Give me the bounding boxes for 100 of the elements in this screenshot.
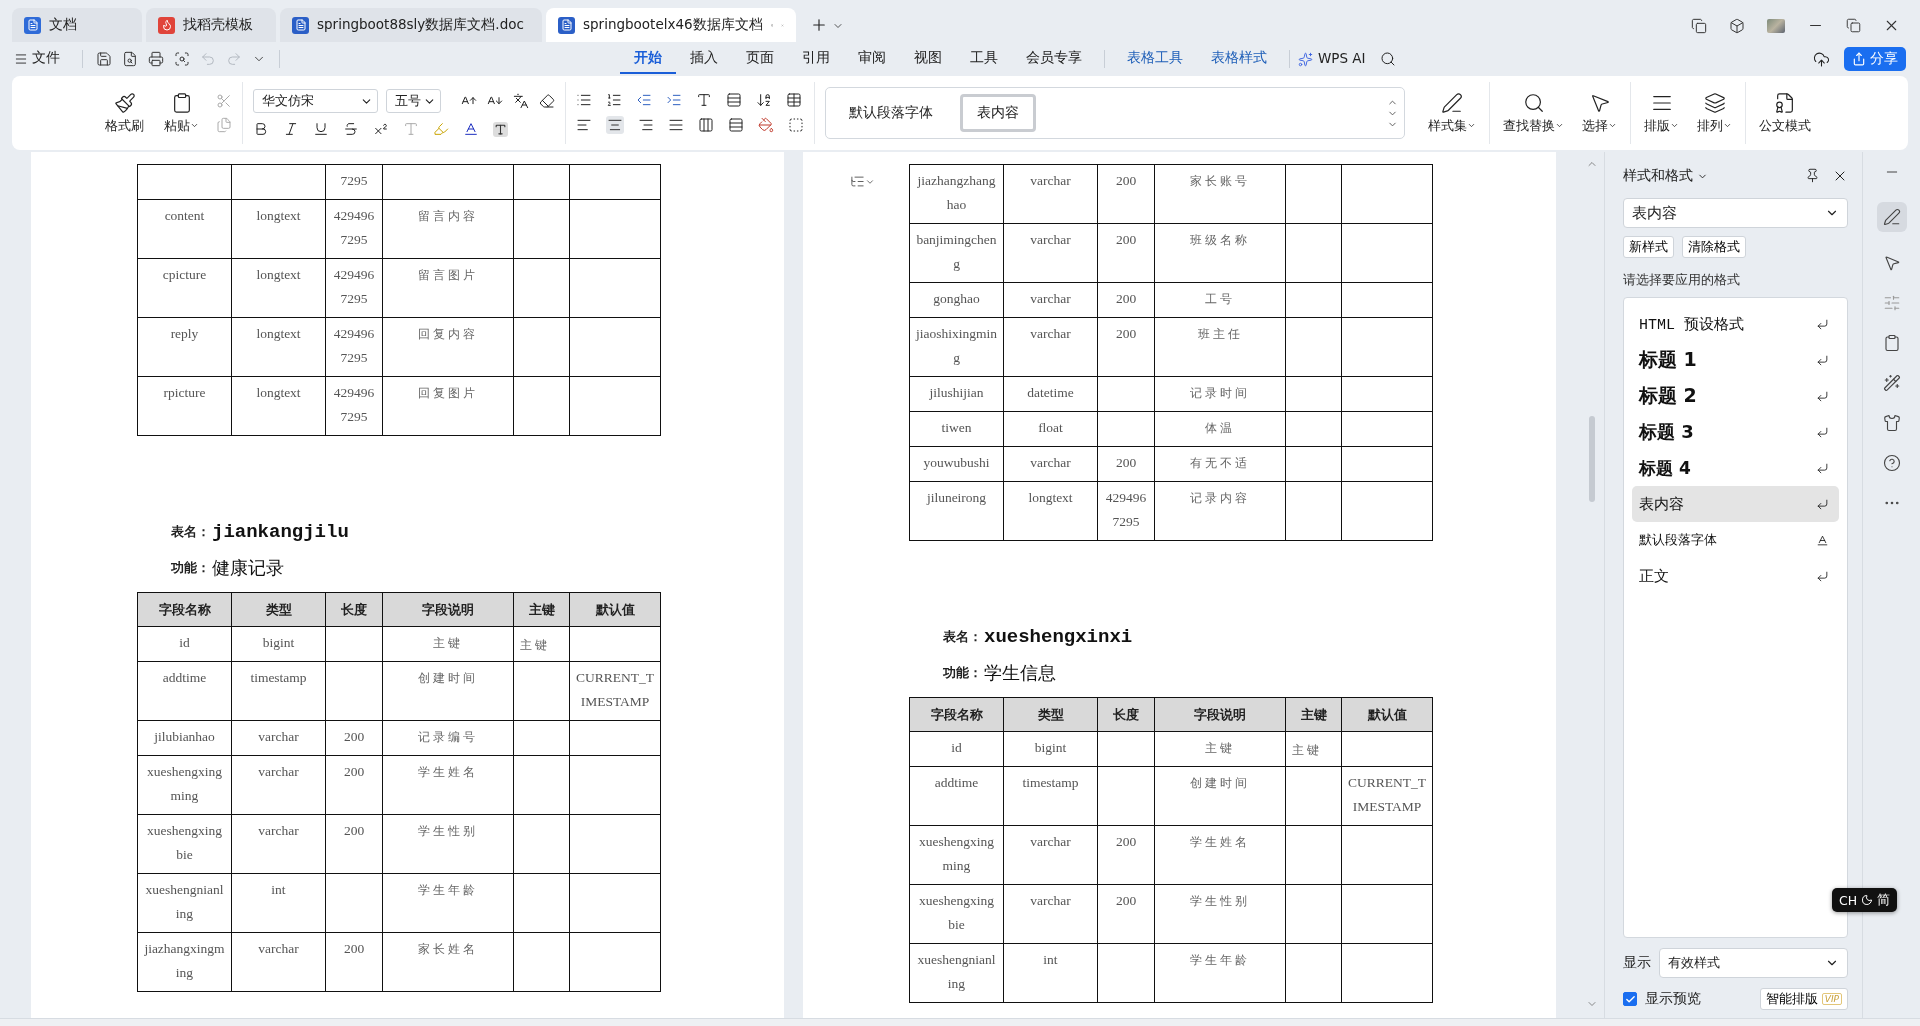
ribbon-tab[interactable]: 表格样式 <box>1197 44 1281 74</box>
ribbon-tab[interactable]: 插入 <box>676 44 732 74</box>
font-select[interactable]: 华文仿宋 <box>253 89 378 113</box>
document-tab[interactable]: 找稻壳模板 <box>146 8 276 42</box>
bullet-list-icon[interactable] <box>576 92 592 108</box>
paste-button[interactable]: 粘贴 <box>161 89 202 137</box>
style-item[interactable]: 标题 2 <box>1632 378 1839 414</box>
border-icon[interactable] <box>788 117 804 133</box>
table-cell <box>1286 224 1342 283</box>
superscript-icon[interactable] <box>373 121 389 137</box>
align-center-button[interactable] <box>606 116 624 134</box>
document-tab[interactable]: 文档 <box>12 8 142 42</box>
table-cell: 创建时间 <box>383 662 514 721</box>
shirt-icon[interactable] <box>1882 414 1901 432</box>
cube-icon[interactable] <box>1729 17 1745 34</box>
sliders-icon[interactable] <box>1882 294 1901 312</box>
table-icon[interactable] <box>786 92 802 108</box>
style-item[interactable]: 正文 <box>1632 558 1839 594</box>
style-item[interactable]: 表内容 <box>1632 486 1839 522</box>
table-cell: 4294967295 <box>326 259 383 318</box>
print-preview-icon[interactable] <box>174 51 190 67</box>
align-right-icon[interactable] <box>638 117 654 133</box>
table-cell: CURRENT_TIMESTAMP <box>1342 767 1433 826</box>
style-item[interactable]: 标题 4 <box>1632 450 1839 486</box>
table-cell: id <box>138 627 232 662</box>
table-handle-button[interactable] <box>850 174 875 189</box>
select-icon[interactable] <box>1882 254 1901 272</box>
table-cell: rpicture <box>138 377 232 436</box>
style-item[interactable]: 标题 3 <box>1632 414 1839 450</box>
align-left-icon[interactable] <box>576 117 592 133</box>
smart-layout-button[interactable]: 智能排版 VIP <box>1759 988 1848 1010</box>
pen-icon <box>1882 208 1901 226</box>
find-replace-button[interactable]: 查找替换 <box>1500 89 1567 137</box>
menu-icon[interactable] <box>14 52 28 66</box>
style-option[interactable]: 默认段落字体 <box>832 94 950 132</box>
ribbon-tab[interactable]: 引用 <box>788 44 844 74</box>
style-option[interactable]: 表内容 <box>960 94 1036 132</box>
style-set-button[interactable]: 样式集 <box>1425 89 1479 137</box>
style-item[interactable]: HTML 预设格式 <box>1632 306 1839 342</box>
column-header: 长度 <box>1098 698 1155 732</box>
new-tab-icon[interactable] <box>810 16 828 34</box>
table-cell <box>514 933 570 992</box>
ai-tab[interactable]: WPS AI <box>1313 44 1380 74</box>
pin-icon[interactable] <box>1805 168 1820 183</box>
clear-format-button[interactable]: 清除格式 <box>1682 236 1746 258</box>
strikethrough-icon[interactable] <box>343 121 359 137</box>
font-color-icon[interactable] <box>463 121 479 137</box>
table-cell: varchar <box>232 933 326 992</box>
table-cell: longtext <box>232 259 326 318</box>
field-label: 功能： <box>943 664 982 682</box>
save-icon[interactable] <box>96 51 112 67</box>
file-icon[interactable] <box>122 51 138 67</box>
arrange-button[interactable]: 排列 <box>1694 89 1735 137</box>
italic-icon[interactable] <box>283 121 299 137</box>
indent-icon[interactable] <box>666 92 682 108</box>
show-select[interactable]: 有效样式 <box>1659 948 1848 978</box>
panel-title[interactable]: 样式和格式 <box>1623 167 1708 185</box>
underline-icon[interactable] <box>313 121 329 137</box>
ribbon-tab[interactable]: 页面 <box>732 44 788 74</box>
print-icon[interactable] <box>148 51 164 67</box>
sort-icon[interactable] <box>756 92 772 108</box>
fill-icon[interactable] <box>758 117 774 133</box>
help-icon[interactable] <box>1882 454 1901 472</box>
magic-wand-icon[interactable] <box>1882 374 1901 392</box>
layout-button[interactable]: 排版 <box>1641 89 1682 137</box>
windows-icon[interactable] <box>1691 17 1707 34</box>
ribbon-tab[interactable]: 审阅 <box>844 44 900 74</box>
clipboard-icon[interactable] <box>1882 334 1901 352</box>
cloud-upload-icon[interactable] <box>1813 50 1830 68</box>
search-icon[interactable] <box>1379 51 1396 67</box>
style-item[interactable]: 默认段落字体 <box>1632 522 1839 558</box>
official-mode-button[interactable]: 公文模式 <box>1756 89 1814 137</box>
table-cell: longtext <box>232 377 326 436</box>
avatar-thumbnail[interactable] <box>1767 18 1785 33</box>
numbered-list-icon[interactable] <box>606 92 622 108</box>
file-menu[interactable]: 文件 <box>28 44 74 74</box>
bold-icon[interactable] <box>253 121 269 137</box>
share-button[interactable]: 分享 <box>1844 47 1906 71</box>
font-size-select[interactable]: 五号 <box>386 89 441 113</box>
scrollbar-thumb[interactable] <box>1589 416 1595 502</box>
justify-icon[interactable] <box>668 117 684 133</box>
ribbon-tab[interactable]: 开始 <box>620 44 676 74</box>
ai-logo-icon[interactable] <box>1298 51 1313 67</box>
format-painter-button[interactable]: 格式刷 <box>102 89 147 137</box>
current-style-select[interactable]: 表内容 <box>1623 198 1848 228</box>
ribbon-tab[interactable]: 会员专享 <box>1012 44 1096 74</box>
select-button[interactable]: 选择 <box>1579 89 1620 137</box>
preview-checkbox[interactable] <box>1623 992 1637 1006</box>
new-style-button[interactable]: 新样式 <box>1623 236 1674 258</box>
eraser-icon[interactable] <box>539 93 555 109</box>
document-tab[interactable]: springboot88sly数据库文档.doc <box>280 8 542 42</box>
ribbon-tab[interactable]: 视图 <box>900 44 956 74</box>
input-method-indicator[interactable]: CH 简 <box>1832 888 1898 912</box>
outdent-icon[interactable] <box>636 92 652 108</box>
edit-tool-button[interactable] <box>1876 202 1907 232</box>
ribbon-tab[interactable]: 工具 <box>956 44 1012 74</box>
shading-icon[interactable] <box>493 121 508 137</box>
restore-icon[interactable] <box>1846 18 1861 33</box>
ribbon-tab[interactable]: 表格工具 <box>1113 44 1197 74</box>
style-item[interactable]: 标题 1 <box>1632 342 1839 378</box>
